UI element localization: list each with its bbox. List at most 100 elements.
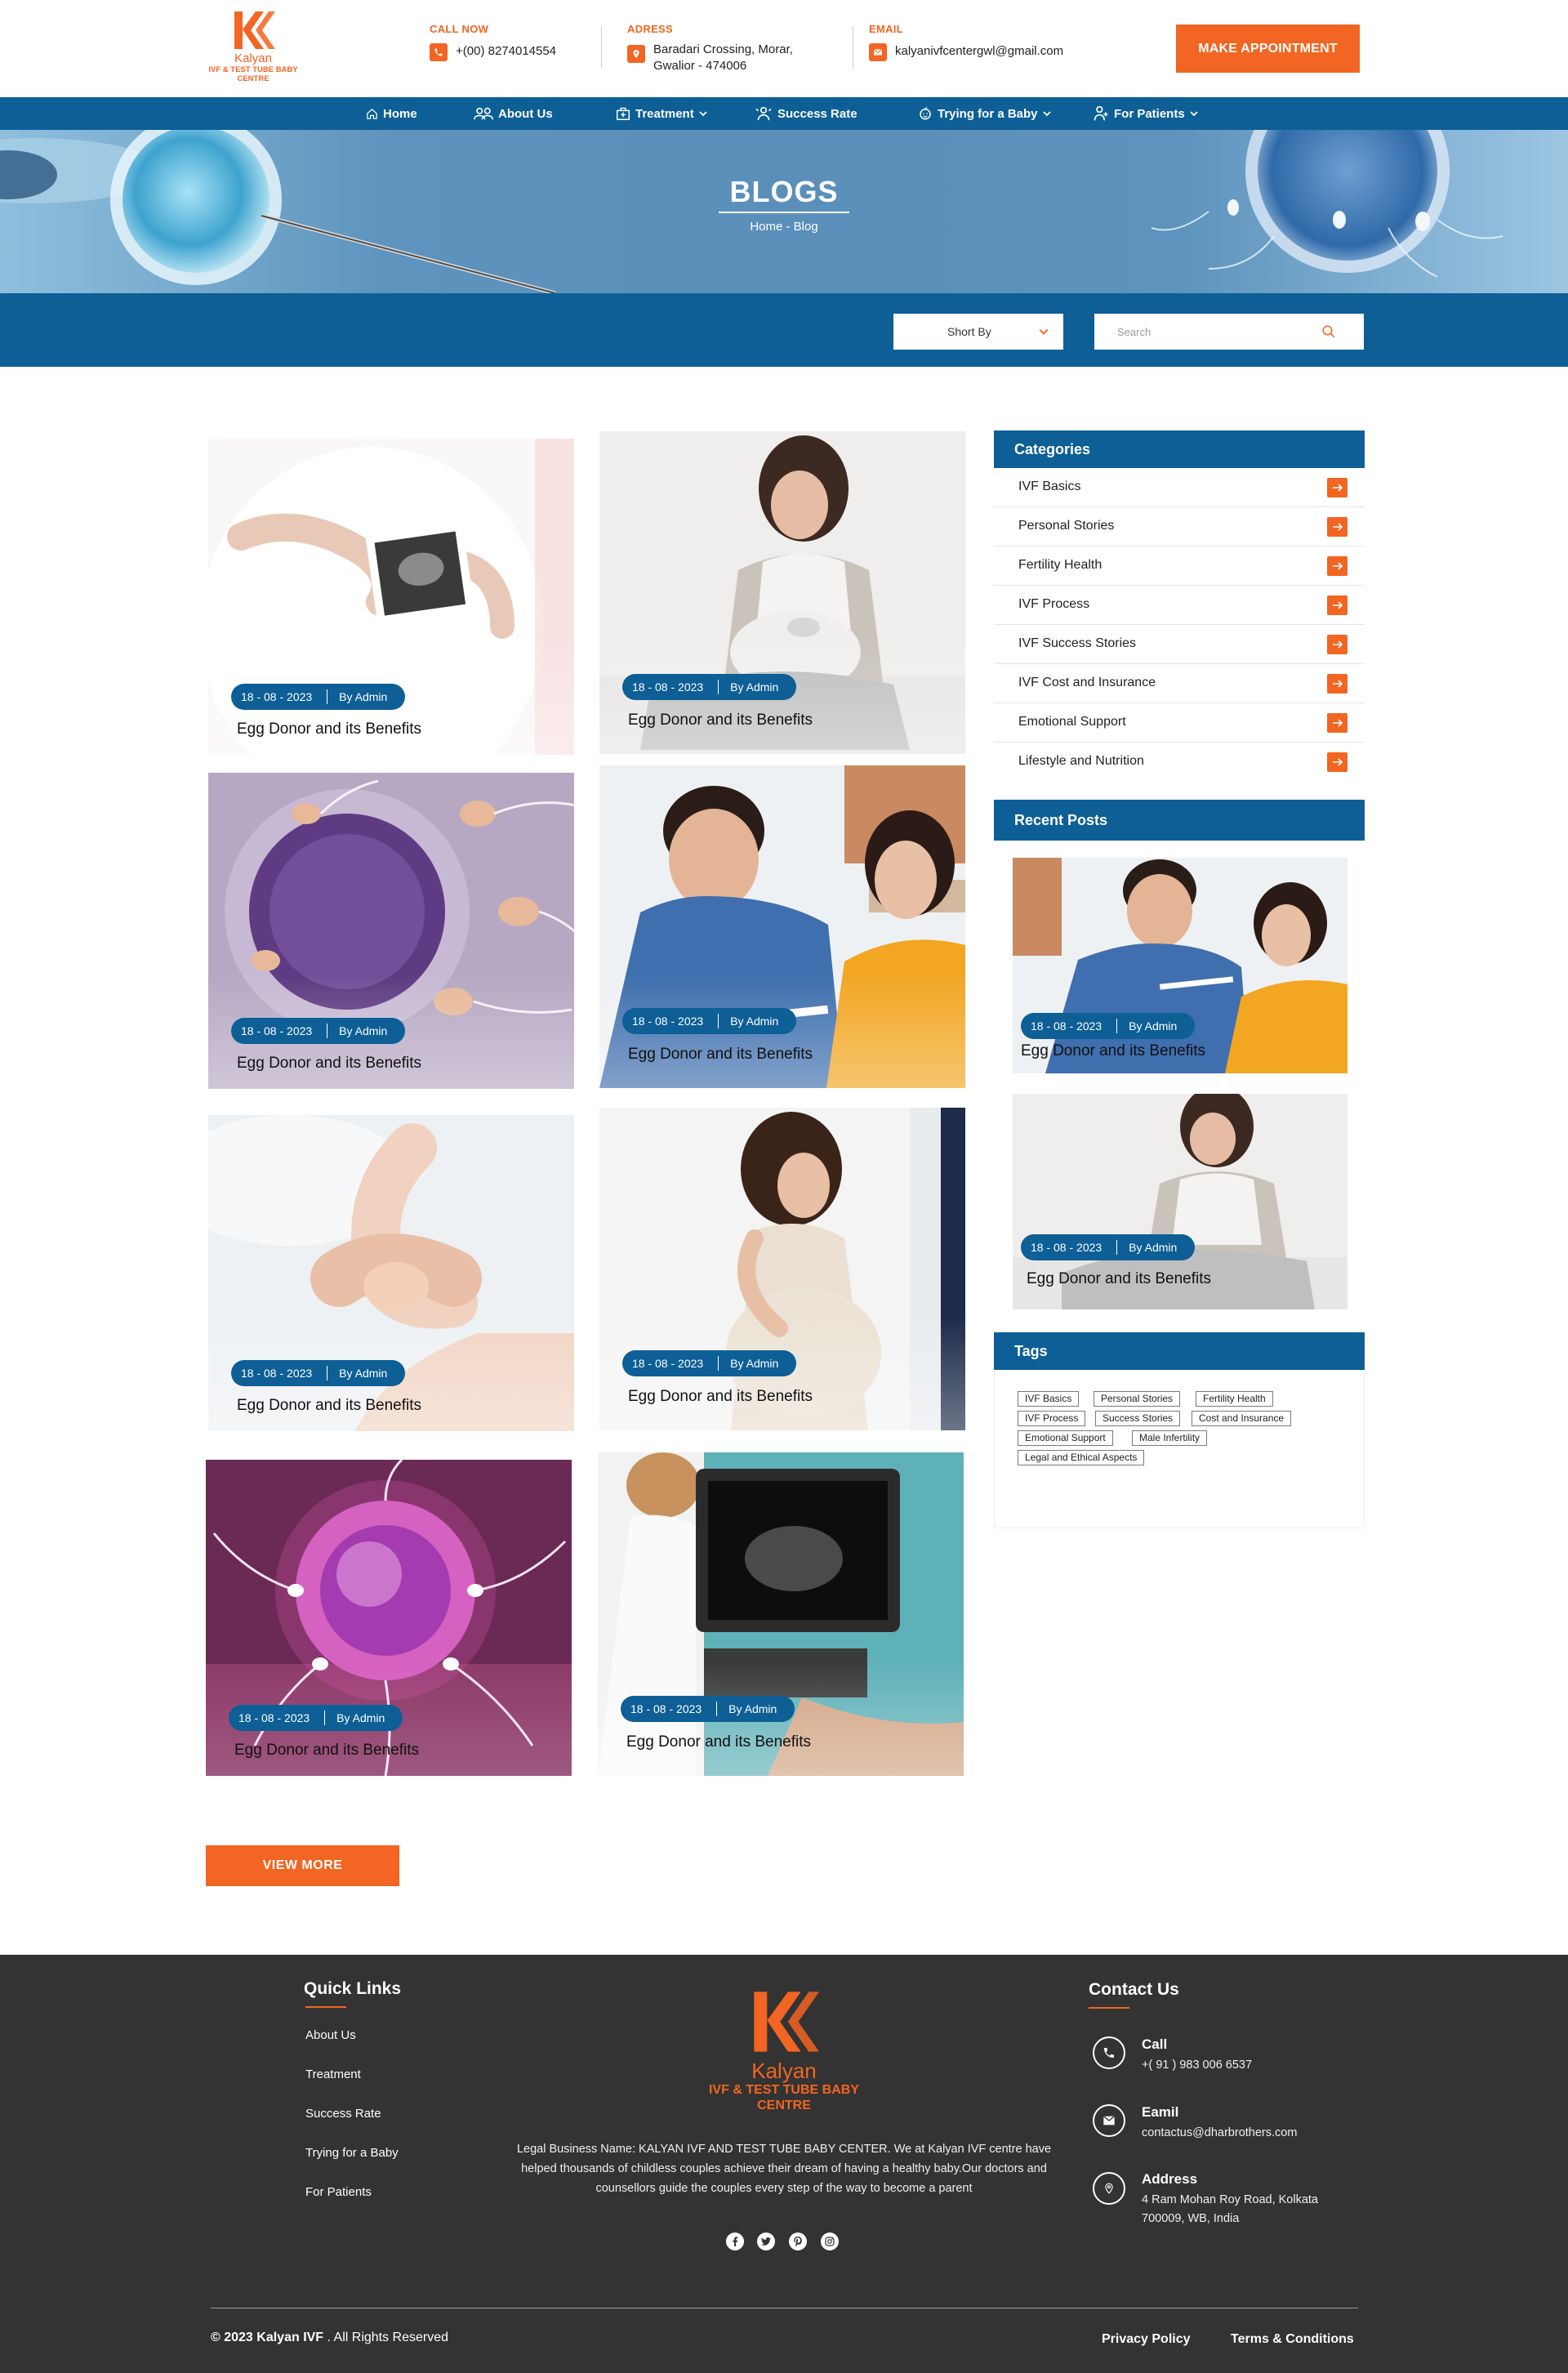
post-date: 18 - 08 - 2023 (238, 1711, 310, 1724)
post-author[interactable]: By Admin (1129, 1241, 1177, 1254)
copyright-text: . All Rights Reserved (323, 2331, 449, 2344)
post-title[interactable]: Egg Donor and its Benefits (237, 720, 421, 738)
chevron-down-icon (1042, 111, 1051, 117)
sort-by-dropdown[interactable]: Short By (893, 314, 1063, 350)
arrow-right-icon[interactable] (1327, 478, 1348, 497)
arrow-right-icon[interactable] (1327, 752, 1348, 772)
header-address: ADRESS Baradari Crossing, Morar, Gwalior… (627, 23, 793, 74)
search-icon[interactable] (1321, 324, 1336, 339)
category-item[interactable]: IVF Success Stories (994, 625, 1365, 664)
blog-card[interactable]: 18 - 08 - 2023 By Admin Egg Donor and its… (208, 773, 574, 1089)
post-meta: 18 - 08 - 2023 By Admin (1021, 1234, 1196, 1260)
kalyan-logo-icon (754, 1992, 819, 2052)
nav-treatment[interactable]: Treatment (616, 97, 707, 130)
footer-logo[interactable]: Kalyan IVF & TEST TUBE BABY CENTRE (686, 1987, 882, 2113)
post-author[interactable]: By Admin (728, 1702, 777, 1715)
tag-chip[interactable]: Personal Stories (1094, 1391, 1181, 1407)
post-title[interactable]: Egg Donor and its Benefits (628, 1046, 813, 1064)
post-author[interactable]: By Admin (730, 680, 778, 694)
post-author[interactable]: By Admin (339, 1024, 387, 1037)
tag-chip[interactable]: Male Infertility (1132, 1430, 1208, 1446)
post-author[interactable]: By Admin (339, 690, 387, 703)
tag-chip[interactable]: IVF Basics (1018, 1391, 1080, 1407)
post-title[interactable]: Egg Donor and its Benefits (237, 1055, 421, 1073)
nav-about-us[interactable]: About Us (474, 97, 553, 130)
arrow-right-icon[interactable] (1327, 713, 1348, 733)
post-author[interactable]: By Admin (339, 1367, 387, 1380)
post-meta: 18 - 08 - 2023 By Admin (622, 674, 797, 700)
nav-trying-for-a-baby[interactable]: Trying for a Baby (918, 97, 1051, 130)
category-item[interactable]: Lifestyle and Nutrition (994, 743, 1365, 782)
make-appointment-button[interactable]: MAKE APPOINTMENT (1176, 25, 1360, 73)
category-item[interactable]: IVF Process (994, 586, 1365, 625)
category-item[interactable]: Emotional Support (994, 703, 1365, 743)
terms-conditions-link[interactable]: Terms & Conditions (1231, 2332, 1354, 2347)
email-address[interactable]: kalyanivfcentergwl@gmail.com (895, 43, 1063, 60)
breadcrumb[interactable]: Home - Blog (0, 220, 1568, 234)
phone-icon (430, 43, 448, 61)
category-item[interactable]: IVF Basics (994, 468, 1365, 507)
nav-for-patients[interactable]: For Patients (1093, 97, 1198, 130)
recent-post-card[interactable]: 18 - 08 - 2023 By Admin Egg Donor and its… (1013, 858, 1348, 1073)
copyright-brand: © 2023 Kalyan IVF (211, 2331, 324, 2344)
post-title[interactable]: Egg Donor and its Benefits (628, 711, 813, 729)
post-title[interactable]: Egg Donor and its Benefits (626, 1733, 811, 1751)
instagram-icon[interactable] (821, 2232, 839, 2250)
footer-link-treatment[interactable]: Treatment (305, 2067, 361, 2081)
blog-card[interactable]: 18 - 08 - 2023 By Admin Egg Donor and its… (208, 1115, 574, 1431)
header-divider (601, 26, 602, 69)
recent-post-card[interactable]: 18 - 08 - 2023 By Admin Egg Donor and its… (1013, 1094, 1348, 1309)
footer-link-for-patients[interactable]: For Patients (305, 2185, 372, 2199)
footer-link-about-us[interactable]: About Us (305, 2028, 356, 2042)
footer-link-success-rate[interactable]: Success Rate (305, 2107, 381, 2121)
post-meta: 18 - 08 - 2023 By Admin (1021, 1013, 1196, 1039)
category-item[interactable]: Personal Stories (994, 507, 1365, 546)
blog-card[interactable]: 18 - 08 - 2023 By Admin Egg Donor and its… (599, 1108, 965, 1430)
pinterest-icon[interactable] (789, 2232, 807, 2250)
blog-card[interactable]: 18 - 08 - 2023 By Admin Egg Donor and its… (599, 765, 965, 1088)
blog-card[interactable]: 18 - 08 - 2023 By Admin Egg Donor and its… (208, 439, 574, 755)
contact-email-value[interactable]: contactus@dharbrothers.com (1142, 2124, 1354, 2143)
post-author[interactable]: By Admin (730, 1015, 778, 1028)
nav-home[interactable]: Home (366, 97, 417, 130)
nav-label: Treatment (635, 106, 694, 121)
category-item[interactable]: Fertility Health (994, 546, 1365, 586)
tag-chip[interactable]: Emotional Support (1018, 1430, 1113, 1446)
search-input[interactable] (1117, 325, 1321, 338)
search-box (1094, 314, 1364, 350)
tag-chip[interactable]: Fertility Health (1196, 1391, 1273, 1407)
post-title[interactable]: Egg Donor and its Benefits (1027, 1270, 1211, 1288)
tag-chip[interactable]: Cost and Insurance (1192, 1411, 1292, 1426)
brand-logo[interactable]: Kalyan IVF & TEST TUBE BABY CENTRE (204, 10, 302, 90)
tag-chip[interactable]: IVF Process (1018, 1411, 1086, 1426)
arrow-right-icon[interactable] (1327, 556, 1348, 576)
tag-chip[interactable]: Legal and Ethical Aspects (1018, 1450, 1145, 1465)
post-meta: 18 - 08 - 2023 By Admin (229, 1705, 403, 1731)
facebook-icon[interactable] (726, 2232, 744, 2250)
call-number[interactable]: +(00) 8274014554 (456, 43, 556, 60)
contact-us-heading: Contact Us (1089, 1980, 1179, 1999)
blog-card[interactable]: 18 - 08 - 2023 By Admin Egg Donor and its… (206, 1460, 572, 1776)
blog-card[interactable]: 18 - 08 - 2023 By Admin Egg Donor and its… (599, 431, 965, 754)
post-title[interactable]: Egg Donor and its Benefits (1021, 1042, 1205, 1060)
arrow-right-icon[interactable] (1327, 595, 1348, 615)
twitter-icon[interactable] (757, 2232, 775, 2250)
arrow-right-icon[interactable] (1327, 674, 1348, 694)
post-author[interactable]: By Admin (336, 1711, 385, 1724)
tag-chip[interactable]: Success Stories (1095, 1411, 1181, 1426)
post-title[interactable]: Egg Donor and its Benefits (628, 1388, 813, 1406)
view-more-button[interactable]: VIEW MORE (206, 1845, 399, 1886)
post-title[interactable]: Egg Donor and its Benefits (237, 1397, 421, 1415)
footer-link-trying-for-a-baby[interactable]: Trying for a Baby (305, 2146, 399, 2160)
contact-call-value[interactable]: +( 91 ) 983 006 6537 (1142, 2056, 1354, 2075)
footer-brand-subtitle-line2: CENTRE (757, 2099, 811, 2112)
category-item[interactable]: IVF Cost and Insurance (994, 664, 1365, 703)
arrow-right-icon[interactable] (1327, 517, 1348, 537)
nav-success-rate[interactable]: Success Rate (755, 97, 858, 130)
post-author[interactable]: By Admin (1129, 1019, 1177, 1033)
post-title[interactable]: Egg Donor and its Benefits (234, 1742, 419, 1760)
blog-card[interactable]: 18 - 08 - 2023 By Admin Egg Donor and its… (598, 1452, 964, 1776)
privacy-policy-link[interactable]: Privacy Policy (1102, 2332, 1191, 2347)
arrow-right-icon[interactable] (1327, 635, 1348, 654)
post-author[interactable]: By Admin (730, 1357, 778, 1370)
